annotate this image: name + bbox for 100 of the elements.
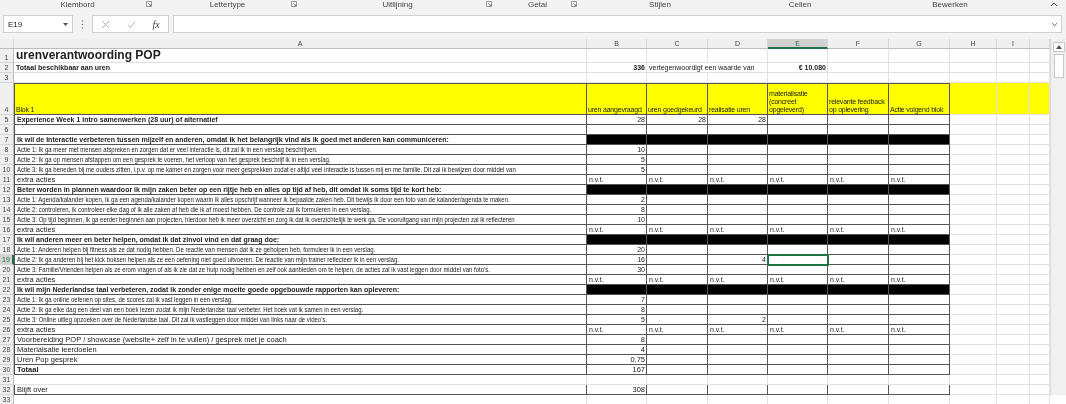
empty-cell: [708, 265, 768, 275]
empty-cell: [997, 255, 1030, 265]
empty-cell: [889, 265, 950, 275]
table-cell: [828, 135, 889, 145]
table-cell: [889, 285, 950, 295]
empty-cell: [828, 335, 889, 345]
dialog-launcher-icon[interactable]: [486, 1, 492, 7]
empty-cell: [950, 165, 997, 175]
formula-input[interactable]: [173, 15, 1062, 33]
empty-cell: [950, 255, 997, 265]
cancel-icon[interactable]: [101, 19, 111, 29]
empty-cell: [768, 385, 828, 395]
insert-function-button[interactable]: fx: [152, 18, 160, 30]
empty-cell: [647, 365, 708, 375]
empty-cell: [889, 145, 950, 155]
empty-cell: [647, 49, 708, 63]
empty-cell: [997, 175, 1030, 185]
select-all-corner[interactable]: [0, 39, 14, 49]
table-cell: [828, 235, 889, 245]
empty-cell: [889, 165, 950, 175]
empty-cell: [768, 215, 828, 225]
ribbon-group-label: Klembord: [60, 0, 95, 9]
expand-icon[interactable]: [1052, 22, 1057, 26]
table-cell: [647, 185, 708, 195]
empty-cell: [708, 385, 768, 395]
empty-cell: [950, 305, 997, 315]
empty-cell: [889, 315, 950, 325]
empty-cell: [997, 305, 1030, 315]
empty-cell: [828, 255, 889, 265]
caret-icon: [63, 22, 68, 26]
empty-cell: [708, 365, 768, 375]
table-cell: [647, 235, 708, 245]
empty-cell: [997, 265, 1030, 275]
empty-cell: [889, 255, 950, 265]
empty-cell: [708, 195, 768, 205]
empty-cell: [768, 375, 828, 385]
empty-cell: [768, 265, 828, 275]
vertical-scrollbar[interactable]: [1050, 39, 1066, 395]
empty-cell: [950, 63, 997, 73]
empty-cell: [647, 255, 708, 265]
table-cell: [889, 135, 950, 145]
empty-cell: [647, 195, 708, 205]
empty-cell: [647, 375, 708, 385]
name-box[interactable]: E19: [3, 15, 73, 33]
empty-cell: [768, 155, 828, 165]
empty-cell: [828, 295, 889, 305]
table-cell: [647, 135, 708, 145]
scroll-thumb[interactable]: [1053, 54, 1064, 78]
active-cell[interactable]: [768, 255, 828, 265]
empty-cell: [950, 355, 997, 365]
empty-cell: [997, 235, 1030, 245]
table-cell: [828, 185, 889, 195]
empty-cell: [997, 315, 1030, 325]
empty-cell: [997, 125, 1030, 135]
empty-cell: [889, 295, 950, 305]
table-cell: [587, 185, 647, 195]
check-icon[interactable]: [126, 19, 136, 29]
empty-cell: [828, 365, 889, 375]
empty-cell: [647, 295, 708, 305]
ribbon-group-label: Getal: [527, 0, 548, 9]
ribbon-group-label: Stijlen: [649, 0, 671, 9]
empty-cell: [708, 375, 768, 385]
empty-cell: [950, 345, 997, 355]
table-cell: [828, 285, 889, 295]
empty-cell: [889, 63, 950, 73]
table-cell: [708, 185, 768, 195]
empty-cell: [889, 195, 950, 205]
table-cell: [950, 83, 997, 115]
empty-cell: [997, 225, 1030, 235]
empty-cell: [950, 375, 997, 385]
empty-cell: [950, 295, 997, 305]
empty-cell: [889, 365, 950, 375]
empty-cell: [950, 115, 997, 125]
dialog-launcher-icon[interactable]: [571, 1, 577, 7]
empty-cell: [828, 215, 889, 225]
empty-cell: [997, 115, 1030, 125]
empty-cell: [828, 195, 889, 205]
empty-cell: [889, 245, 950, 255]
dialog-launcher-icon[interactable]: [146, 1, 152, 7]
collapse-ribbon-icon[interactable]: [1050, 1, 1058, 7]
empty-cell: [997, 365, 1030, 375]
empty-cell: [997, 335, 1030, 345]
table-cell: [997, 83, 1030, 115]
empty-cell: [647, 245, 708, 255]
empty-cell: [950, 265, 997, 275]
empty-cell: [889, 49, 950, 63]
scroll-up-button[interactable]: [1052, 42, 1065, 52]
ribbon-group-label: Lettertype: [209, 0, 246, 9]
empty-cell: [587, 375, 647, 385]
empty-cell: [768, 165, 828, 175]
empty-cell: [647, 305, 708, 315]
empty-cell: [950, 145, 997, 155]
empty-cell: [647, 145, 708, 155]
empty-cell: [997, 135, 1030, 145]
table-cell: [768, 135, 828, 145]
empty-cell: [828, 63, 889, 73]
empty-cell: [647, 265, 708, 275]
empty-cell: [828, 165, 889, 175]
dialog-launcher-icon[interactable]: [291, 1, 297, 7]
table-cell: [889, 235, 950, 245]
